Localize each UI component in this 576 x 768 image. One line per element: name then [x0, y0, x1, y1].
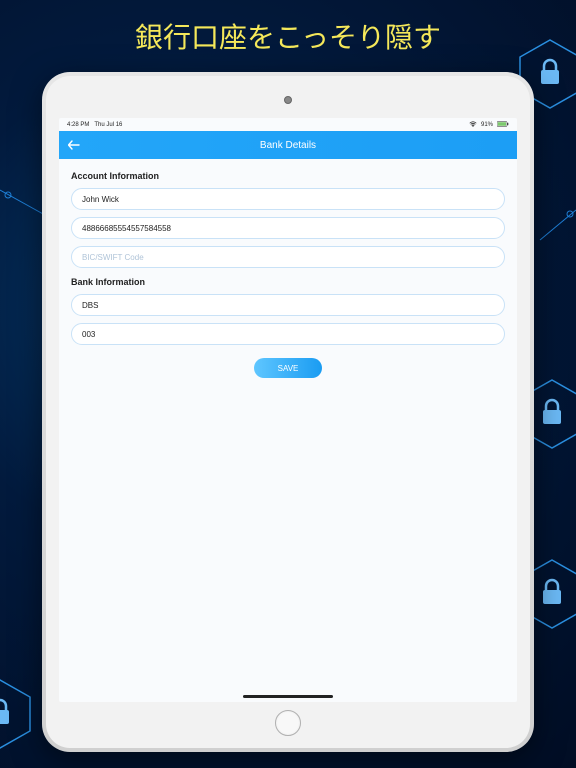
camera-icon	[284, 96, 292, 104]
navbar-title: Bank Details	[260, 140, 316, 151]
bank-info-title: Bank Information	[71, 277, 505, 287]
headline: 銀行口座をこっそり隠す	[135, 16, 441, 56]
wifi-icon	[469, 121, 477, 129]
name-field[interactable]: John Wick	[71, 188, 505, 210]
app-screen: 4:28 PM Thu Jul 16 91% Bank Deta	[59, 118, 517, 702]
battery-icon	[497, 121, 509, 129]
battery-percent: 91%	[481, 122, 493, 128]
bank-name-field[interactable]: DBS	[71, 294, 505, 316]
status-time: 4:28 PM	[67, 122, 89, 128]
back-button[interactable]	[67, 138, 81, 152]
home-button[interactable]	[275, 710, 301, 736]
ipad-device-frame: 4:28 PM Thu Jul 16 91% Bank Deta	[42, 72, 534, 752]
form-content: Account Information John Wick 4886668555…	[59, 159, 517, 702]
status-date: Thu Jul 16	[94, 122, 122, 128]
status-bar: 4:28 PM Thu Jul 16 91%	[59, 118, 517, 131]
home-indicator[interactable]	[243, 695, 333, 698]
bic-swift-field[interactable]: BIC/SWIFT Code	[71, 246, 505, 268]
navbar: Bank Details	[59, 131, 517, 159]
bank-code-field[interactable]: 003	[71, 323, 505, 345]
account-number-field[interactable]: 488666855545575845​58	[71, 217, 505, 239]
account-info-title: Account Information	[71, 171, 505, 181]
save-button[interactable]: SAVE	[254, 358, 322, 378]
